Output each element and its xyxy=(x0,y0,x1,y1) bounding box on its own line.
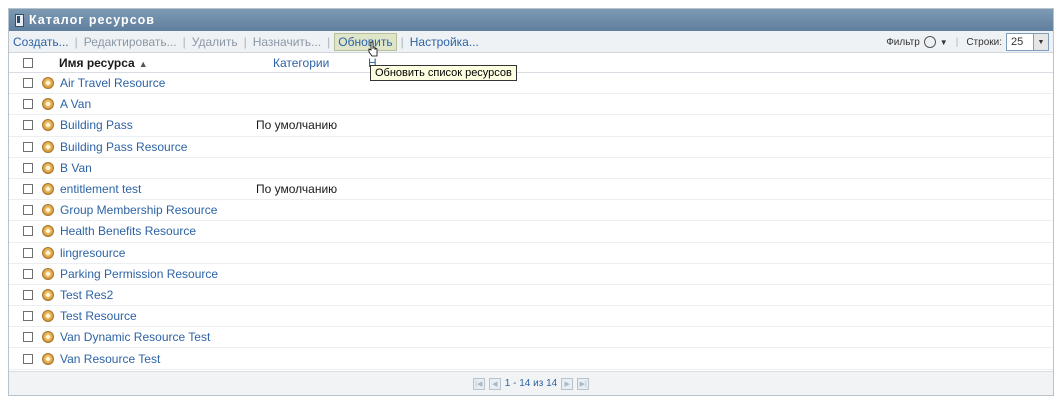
resource-icon xyxy=(42,77,54,90)
rows-label: Строки: xyxy=(966,36,1002,48)
resource-list: Air Travel Resource A Van Building Pass По … xyxy=(9,73,1053,370)
sort-ascending-icon: ▲ xyxy=(138,58,148,69)
separator: | xyxy=(74,34,78,49)
row-checkbox[interactable] xyxy=(23,268,33,279)
resource-name-link[interactable]: lingresource xyxy=(60,246,256,260)
separator: | xyxy=(182,34,186,49)
catalog-icon xyxy=(15,14,24,27)
resource-icon xyxy=(42,331,54,344)
resource-icon xyxy=(42,310,54,323)
table-row: Van Dynamic Resource Test xyxy=(9,327,1053,349)
resource-catalog-panel: Каталог ресурсов Создать... | Редактиров… xyxy=(8,8,1054,396)
table-row: A Van xyxy=(9,94,1053,116)
resource-category: По умолчанию xyxy=(256,118,338,133)
separator: | xyxy=(243,34,247,49)
row-checkbox[interactable] xyxy=(23,78,33,89)
pagination-bar: |◀ ◀ 1 - 14 из 14 ▶ ▶| xyxy=(9,371,1053,395)
panel-titlebar: Каталог ресурсов xyxy=(9,9,1053,31)
row-checkbox[interactable] xyxy=(23,184,33,195)
page-range-text: 1 - 14 из 14 xyxy=(504,378,558,389)
resource-name-link[interactable]: Parking Permission Resource xyxy=(60,267,256,281)
resource-icon xyxy=(42,204,54,217)
rows-per-page-value: 25 xyxy=(1011,36,1024,48)
table-row: Health Benefits Resource xyxy=(9,221,1053,243)
resource-icon xyxy=(42,183,54,196)
table-row: Test Res2 xyxy=(9,285,1053,307)
resource-name-link[interactable]: Group Membership Resource xyxy=(60,203,256,217)
resource-name-link[interactable]: Building Pass xyxy=(60,118,256,132)
resource-name-link[interactable]: Van Resource Test xyxy=(60,352,256,366)
resource-name-link[interactable]: Health Benefits Resource xyxy=(60,224,256,238)
table-header: Имя ресурса ▲ Категории Н... ... xyxy=(9,53,1053,73)
settings-button[interactable]: Настройка... xyxy=(408,35,481,49)
table-row: Group Membership Resource xyxy=(9,200,1053,222)
row-checkbox[interactable] xyxy=(23,226,33,237)
last-page-icon[interactable]: ▶| xyxy=(577,377,590,390)
row-checkbox[interactable] xyxy=(23,353,33,364)
toolbar-right-controls: Фильтр ▼ | Строки: 25 ▼ xyxy=(886,33,1049,51)
resource-icon xyxy=(42,246,54,259)
delete-button[interactable]: Удалить xyxy=(190,35,240,49)
row-checkbox[interactable] xyxy=(23,205,33,216)
table-row: Building Pass Resource xyxy=(9,137,1053,158)
row-checkbox[interactable] xyxy=(23,99,33,110)
resource-name-link[interactable]: B Van xyxy=(60,161,256,175)
table-row: Air Travel Resource xyxy=(9,73,1053,95)
row-checkbox[interactable] xyxy=(23,141,33,152)
resource-icon xyxy=(42,267,54,280)
row-checkbox[interactable] xyxy=(23,332,33,343)
chevron-down-icon[interactable]: ▼ xyxy=(1033,34,1048,50)
filter-dropdown-icon[interactable]: ▼ xyxy=(940,38,948,47)
row-checkbox[interactable] xyxy=(23,247,33,258)
separator: | xyxy=(955,36,959,48)
resource-name-link[interactable]: entitlement test xyxy=(60,182,256,196)
action-toolbar: Создать... | Редактировать... | Удалить … xyxy=(9,31,1053,53)
assign-button[interactable]: Назначить... xyxy=(251,35,323,49)
resource-icon xyxy=(42,352,54,365)
column-header-categories[interactable]: Категории xyxy=(273,56,368,70)
resource-icon xyxy=(42,288,54,301)
resource-icon xyxy=(42,140,54,153)
resource-name-link[interactable]: A Van xyxy=(60,97,256,111)
filter-label: Фильтр xyxy=(886,36,920,48)
resource-name-link[interactable]: Van Dynamic Resource Test xyxy=(60,330,256,344)
column-header-name[interactable]: Имя ресурса ▲ xyxy=(59,56,273,70)
table-row: B Van xyxy=(9,158,1053,179)
table-row: entitlement test По умолчанию xyxy=(9,179,1053,201)
resource-icon xyxy=(42,119,54,132)
filter-icon[interactable] xyxy=(923,36,936,48)
row-checkbox[interactable] xyxy=(23,162,33,173)
resource-name-link[interactable]: Building Pass Resource xyxy=(60,140,256,154)
edit-button[interactable]: Редактировать... xyxy=(82,35,179,49)
resource-category: По умолчанию xyxy=(256,182,338,197)
refresh-tooltip: Обновить список ресурсов xyxy=(370,65,517,81)
select-all-checkbox[interactable] xyxy=(23,57,33,68)
separator: | xyxy=(400,34,404,49)
resource-name-link[interactable]: Test Resource xyxy=(60,309,256,323)
next-page-icon[interactable]: ▶ xyxy=(561,377,574,390)
refresh-button[interactable]: Обновить xyxy=(334,32,397,51)
hand-cursor-icon xyxy=(368,41,378,57)
panel-title: Каталог ресурсов xyxy=(29,13,155,27)
table-row: lingresource xyxy=(9,243,1053,264)
row-checkbox[interactable] xyxy=(23,120,33,131)
resource-name-link[interactable]: Test Res2 xyxy=(60,288,256,302)
resource-icon xyxy=(42,225,54,238)
separator: | xyxy=(327,34,331,49)
rows-per-page-select[interactable]: 25 ▼ xyxy=(1006,33,1049,51)
row-checkbox[interactable] xyxy=(23,289,33,300)
create-button[interactable]: Создать... xyxy=(11,35,71,49)
row-checkbox[interactable] xyxy=(23,311,33,322)
resource-icon xyxy=(42,98,54,111)
resource-name-link[interactable]: Air Travel Resource xyxy=(60,76,256,90)
table-row: Van Resource Test xyxy=(9,348,1053,370)
table-row: Parking Permission Resource xyxy=(9,264,1053,285)
prev-page-icon[interactable]: ◀ xyxy=(488,377,501,390)
table-row: Building Pass По умолчанию xyxy=(9,115,1053,137)
first-page-icon[interactable]: |◀ xyxy=(472,377,485,390)
table-row: Test Resource xyxy=(9,306,1053,328)
resource-icon xyxy=(42,161,54,174)
